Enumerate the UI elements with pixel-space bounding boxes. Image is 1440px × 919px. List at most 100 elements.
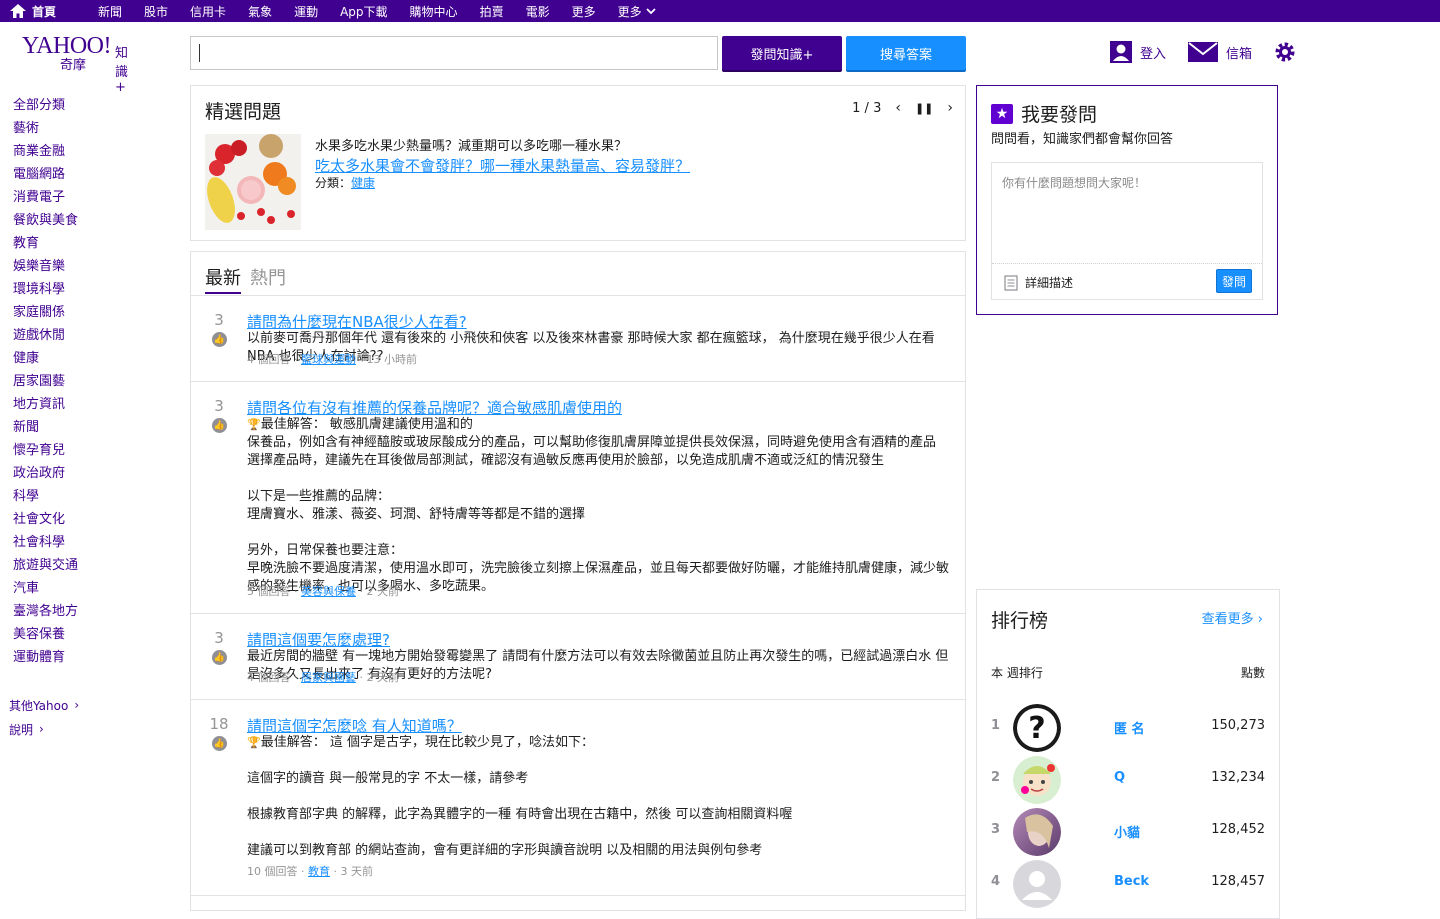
sidebar-category-link[interactable]: 娛樂音樂	[13, 258, 173, 281]
sidebar-category-link[interactable]: 電腦網路	[13, 166, 173, 189]
chevron-right-icon[interactable]: ›	[947, 100, 953, 116]
question-textarea[interactable]: 你有什麼問題想問大家呢！ 詳細描述 發問	[991, 162, 1263, 300]
topnav-creditcard[interactable]: 信用卡	[190, 0, 226, 22]
user-name[interactable]: Beck	[1114, 874, 1149, 889]
category-link[interactable]: 美容與保養	[301, 585, 356, 598]
avatar[interactable]	[1013, 860, 1061, 908]
best-answer: 🏆最佳解答： 敏感肌膚建議使用溫和的	[247, 417, 473, 432]
sidebar-category-link[interactable]: 旅遊與交通	[13, 557, 173, 580]
sidebar-category-link[interactable]: 家庭關係	[13, 304, 173, 327]
featured-category-link[interactable]: 健康	[351, 176, 375, 190]
topnav-home[interactable]: 首頁	[10, 0, 56, 22]
sidebar-category-link[interactable]: 社會科學	[13, 534, 173, 557]
question-title[interactable]: 請問為什麼現在NBA很少人在看?	[247, 311, 467, 332]
featured-questions: 精選問題 1 / 3 ‹ ❚❚ › 水果多吃水果少熱量嗎？減重期可以多吃哪一種水…	[190, 85, 966, 241]
featured-image[interactable]	[205, 134, 301, 230]
user-points: 150,273	[1211, 718, 1265, 733]
sidebar-category-link[interactable]: 藝術	[13, 120, 173, 143]
sidebar-category-link[interactable]: 健康	[13, 350, 173, 373]
thumbs-up-icon[interactable]: 👍	[212, 650, 227, 665]
other-yahoo-link[interactable]: 其他Yahoo ›	[9, 693, 79, 717]
avatar[interactable]	[1013, 756, 1061, 804]
ask-question-panel: ★ 我要發問 問問看，知識家們都會幫你回答 你有什麼問題想問大家呢！ 詳細描述 …	[976, 85, 1278, 315]
featured-question-link[interactable]: 吃太多水果會不會發胖？哪一種水果熱量高、容易發胖？	[315, 155, 690, 176]
category-link[interactable]: 教育	[308, 865, 330, 878]
sidebar-category-link[interactable]: 美容保養	[13, 626, 173, 649]
description-toggle[interactable]: 詳細描述	[1004, 274, 1073, 291]
sidebar-category-link[interactable]: 居家園藝	[13, 373, 173, 396]
topnav-movie[interactable]: App下載	[340, 0, 387, 22]
search-answers-button[interactable]: 搜尋答案	[846, 36, 966, 70]
avatar[interactable]: ?	[1013, 704, 1061, 752]
category-link[interactable]: 籃球與運動	[301, 353, 356, 366]
text-cursor	[199, 44, 200, 62]
sidebar-category-link[interactable]: 環境科學	[13, 281, 173, 304]
chevron-left-icon[interactable]: ‹	[895, 100, 901, 116]
search-input[interactable]	[190, 36, 718, 70]
ask-question-button[interactable]: 發問知識+	[722, 36, 842, 70]
sidebar-category-link[interactable]: 全部分類	[13, 97, 173, 120]
question-body: 保養品，例如含有神經醯胺或玻尿酸成分的產品，可以幫助修復肌膚屏障並提供長效保濕，…	[247, 435, 950, 594]
settings-button[interactable]	[1274, 41, 1296, 63]
sidebar-category-link[interactable]: 汽車	[13, 580, 173, 603]
topnav-news[interactable]: 新聞	[98, 0, 122, 22]
question-title[interactable]: 請問各位有沒有推薦的保養品牌呢？適合敏感肌膚使用的	[247, 397, 622, 418]
user-points: 128,457	[1211, 874, 1265, 889]
question-title[interactable]: 請問這個要怎麼處理?	[247, 629, 390, 650]
topnav-shopping[interactable]: 拍賣	[480, 0, 504, 22]
signin-link[interactable]: 登入	[1110, 41, 1166, 63]
footer-nav: 其他Yahoo › 說明 ›	[9, 693, 79, 741]
sidebar-category-link[interactable]: 懷孕育兒	[13, 442, 173, 465]
topnav-sports[interactable]: 運動	[294, 0, 318, 22]
topnav-film[interactable]: 更多	[572, 0, 596, 22]
sidebar-category-link[interactable]: 商業金融	[13, 143, 173, 166]
question-meta: 4 個回答 · 居家與園藝 · 2 天前	[247, 671, 399, 684]
sidebar-category-link[interactable]: 新聞	[13, 419, 173, 442]
question-item: 18 👍 請問這個字怎麼唸 有人知道嗎？ 🏆最佳解答： 這 個字是古字，現在比較…	[191, 700, 965, 896]
mail-link[interactable]: 信箱	[1188, 42, 1252, 62]
user-name[interactable]: 小貓	[1114, 822, 1140, 841]
tab-popular[interactable]: 熱門	[250, 264, 286, 290]
sidebar-category-link[interactable]: 餐飲與美食	[13, 212, 173, 235]
sidebar-category-link[interactable]: 政治政府	[13, 465, 173, 488]
category-link[interactable]: 居家與園藝	[301, 671, 356, 684]
thumbs-up-icon[interactable]: 👍	[212, 736, 227, 751]
avatar[interactable]	[1013, 808, 1061, 856]
sidebar-category-link[interactable]: 運動體育	[13, 649, 173, 672]
topnav-stock[interactable]: 股市	[144, 0, 168, 22]
topnav-app[interactable]: 購物中心	[410, 0, 458, 22]
question-list: 最新 熱門 3 👍 請問為什麼現在NBA很少人在看? 以前麥可喬丹那個年代 還有…	[190, 251, 966, 911]
vote-count: 3	[214, 629, 224, 647]
category-nav: 全部分類 藝術 商業金融 電腦網路 消費電子 餐飲與美食 教育 娛樂音樂 環境科學 家庭關係 遊戲休…	[13, 97, 173, 672]
leaderboard-row: 3 小貓 128,452	[977, 804, 1279, 856]
featured-category: 分類：健康	[315, 176, 376, 190]
sidebar-category-link[interactable]: 消費電子	[13, 189, 173, 212]
ask-panel-subtitle: 問問看，知識家們都會幫你回答	[991, 132, 1174, 147]
sidebar-category-link[interactable]: 地方資訊	[13, 396, 173, 419]
rank-number: 3	[991, 822, 1001, 837]
topnav-auction[interactable]: 電影	[526, 0, 550, 22]
sidebar-category-link[interactable]: 社會文化	[13, 511, 173, 534]
sidebar-category-link[interactable]: 教育	[13, 235, 173, 258]
question-title[interactable]: 請問這個字怎麼唸 有人知道嗎？	[247, 715, 462, 736]
leaderboard-more-link[interactable]: 查看更多 ›	[1202, 608, 1263, 627]
tab-latest[interactable]: 最新	[205, 264, 241, 294]
topnav-more[interactable]: 更多	[618, 0, 656, 22]
pause-icon[interactable]: ❚❚	[915, 102, 933, 115]
leaderboard-points-header: 點數	[1240, 666, 1265, 680]
thumbs-up-icon[interactable]: 👍	[212, 332, 227, 347]
yahoo-logo[interactable]: YAHOO! 奇摩 知識+	[22, 34, 128, 95]
user-name[interactable]: Q	[1114, 770, 1125, 785]
sidebar-category-link[interactable]: 臺灣各地方	[13, 603, 173, 626]
chevron-right-icon: ›	[74, 698, 80, 712]
featured-pager: 1 / 3 ‹ ❚❚ ›	[852, 100, 953, 116]
leaderboard-period: 本 週排行	[991, 666, 1043, 680]
sidebar-category-link[interactable]: 遊戲休閒	[13, 327, 173, 350]
thumbs-up-icon[interactable]: 👍	[212, 418, 227, 433]
topnav-weather[interactable]: 氣象	[248, 0, 272, 22]
submit-question-button[interactable]: 發問	[1216, 269, 1252, 293]
user-name[interactable]: 匿 名	[1114, 718, 1145, 737]
chevron-down-icon	[645, 7, 656, 14]
sidebar-category-link[interactable]: 科學	[13, 488, 173, 511]
help-link[interactable]: 說明 ›	[9, 717, 79, 741]
